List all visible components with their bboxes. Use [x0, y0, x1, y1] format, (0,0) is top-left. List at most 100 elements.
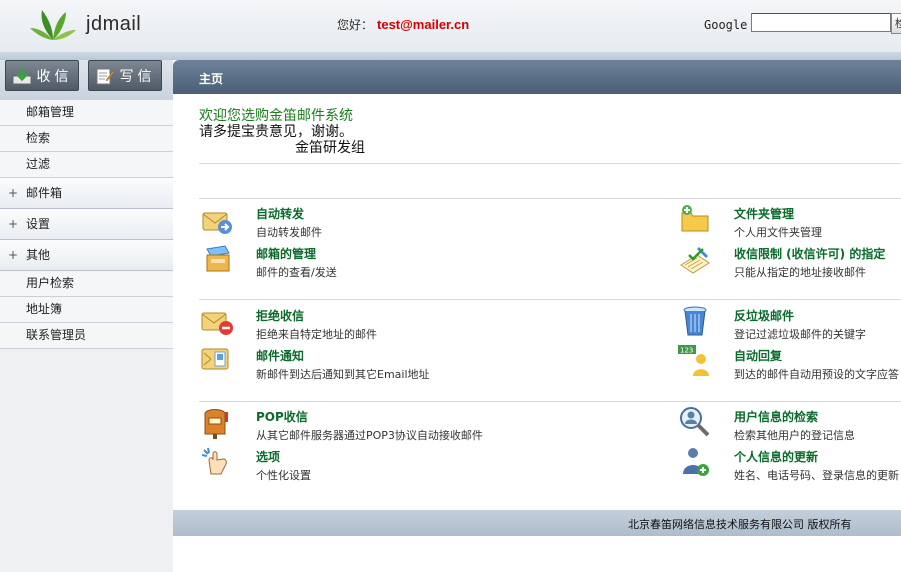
feature-title[interactable]: POP收信 — [256, 408, 308, 425]
feature-title[interactable]: 邮箱的管理 — [256, 245, 316, 262]
options-hand-icon — [201, 447, 227, 475]
leaf-logo-icon — [30, 10, 76, 40]
pop-mailbox-icon — [204, 409, 228, 439]
feature-mailbox-manage[interactable]: 邮箱的管理 邮件的查看/发送 — [199, 241, 439, 281]
sidebar-item-label: 设置 — [26, 217, 51, 231]
trash-icon — [683, 306, 707, 336]
user-search-icon — [680, 407, 710, 437]
feature-anti-spam[interactable]: 反垃圾邮件 登记过滤垃圾邮件的关键字 — [677, 303, 901, 343]
sidebar-item-label: 地址簿 — [26, 302, 63, 316]
feature-desc: 拒绝来自特定地址的邮件 — [256, 328, 377, 341]
compose-mail-button[interactable]: 写信 — [88, 60, 162, 91]
feature-auto-forward[interactable]: 自动转发 自动转发邮件 — [199, 201, 439, 241]
welcome-message: 欢迎您选购金笛邮件系统 请多提宝贵意见，谢谢。 金笛研发组 — [199, 108, 365, 156]
feature-pop-receive[interactable]: POP收信 从其它邮件服务器通过POP3协议自动接收邮件 — [199, 404, 483, 444]
receive-mail-button[interactable]: 收信 — [5, 60, 79, 91]
user-greeting: 您好： test@mailer.cn — [337, 16, 469, 33]
feature-mail-notify[interactable]: 邮件通知 新邮件到达后通知到其它Email地址 — [199, 343, 439, 383]
reject-mail-icon — [201, 312, 233, 335]
app-logo-text: jdmail — [86, 13, 142, 35]
feature-desc: 只能从指定的地址接收邮件 — [734, 266, 866, 279]
feature-reject-mail[interactable]: 拒绝收信 拒绝来自特定地址的邮件 — [199, 303, 439, 343]
sidebar-item-contact-admin[interactable]: 联系管理员 — [0, 323, 173, 349]
feature-desc: 到达的邮件自动用预设的文字应答 — [734, 368, 899, 381]
feature-title[interactable]: 个人信息的更新 — [734, 448, 818, 465]
feature-title[interactable]: 用户信息的检索 — [734, 408, 818, 425]
sidebar-item-label: 过滤 — [26, 157, 51, 171]
divider — [199, 299, 901, 300]
feature-title[interactable]: 自动转发 — [256, 205, 304, 222]
welcome-line-2: 请多提宝贵意见，谢谢。 — [199, 124, 353, 140]
expand-plus-icon[interactable]: + — [8, 209, 18, 239]
feature-options[interactable]: 选项 个性化设置 — [199, 444, 439, 484]
sidebar-item-mailbox-manage[interactable]: 邮箱管理 — [0, 100, 173, 126]
sidebar-action-bar: 收信 写信 — [0, 60, 173, 100]
sidebar-item-label: 邮箱管理 — [26, 105, 75, 119]
feature-user-update[interactable]: 个人信息的更新 姓名、电话号码、登录信息的更新 — [677, 444, 901, 484]
google-search-label: Google — [704, 18, 748, 32]
feature-title[interactable]: 反垃圾邮件 — [734, 307, 794, 324]
sidebar-item-label: 邮件箱 — [26, 186, 63, 200]
feature-folder-manage[interactable]: 文件夹管理 个人用文件夹管理 — [677, 201, 901, 241]
sidebar-item-label: 检索 — [26, 131, 51, 145]
feature-title[interactable]: 收信限制 (收信许可) 的指定 — [734, 245, 885, 262]
feature-desc: 邮件的查看/发送 — [256, 266, 337, 279]
feature-user-search[interactable]: 用户信息的检索 检索其他用户的登记信息 — [677, 404, 901, 444]
sidebar-item-address-book[interactable]: 地址簿 — [0, 297, 173, 323]
sidebar-item-label: 用户检索 — [26, 276, 75, 290]
sidebar: 收信 写信 邮箱管理 检索 过滤 + 邮件箱 + 设置 + 其他 用户检索 地址簿 联… — [0, 60, 173, 572]
sidebar-menu: 邮箱管理 检索 过滤 + 邮件箱 + 设置 + 其他 用户检索 地址簿 联系管理员 — [0, 100, 173, 349]
feature-desc: 个性化设置 — [256, 469, 311, 482]
top-header: jdmail 您好：test@mailer.cn Google 检索 — [0, 0, 901, 52]
expand-plus-icon[interactable]: + — [8, 240, 18, 270]
feature-desc: 自动转发邮件 — [256, 226, 322, 239]
feature-title[interactable]: 邮件通知 — [256, 347, 304, 364]
user-email: test@mailer.cn — [377, 17, 470, 32]
compose-mail-label: 写信 — [119, 68, 156, 85]
main-header-bar: 主页 — [173, 60, 901, 94]
receive-mail-label: 收信 — [36, 68, 73, 85]
sidebar-group-settings[interactable]: + 设置 — [0, 209, 173, 240]
feature-auto-reply[interactable]: 123 自动回复 到达的邮件自动用预设的文字应答 — [677, 343, 901, 383]
folder-manage-icon — [681, 205, 709, 232]
feature-title[interactable]: 选项 — [256, 448, 280, 465]
sidebar-item-user-search[interactable]: 用户检索 — [0, 271, 173, 297]
divider — [199, 198, 901, 199]
divider — [199, 163, 901, 164]
feature-desc: 新邮件到达后通知到其它Email地址 — [256, 368, 430, 381]
sidebar-empty-area — [0, 352, 173, 572]
google-search-input[interactable] — [751, 13, 891, 32]
mailbox-manage-icon — [206, 245, 230, 272]
header-divider — [0, 52, 901, 60]
page-title: 主页 — [199, 72, 224, 86]
mail-notify-icon — [201, 348, 229, 370]
feature-desc: 个人用文件夹管理 — [734, 226, 822, 239]
expand-plus-icon[interactable]: + — [8, 178, 18, 208]
feature-desc: 登记过滤垃圾邮件的关键字 — [734, 328, 866, 341]
feature-receive-limit[interactable]: 收信限制 (收信许可) 的指定 只能从指定的地址接收邮件 — [677, 241, 901, 281]
inbox-download-icon — [12, 67, 31, 84]
feature-desc: 从其它邮件服务器通过POP3协议自动接收邮件 — [256, 429, 483, 442]
receive-limit-icon — [680, 247, 710, 274]
google-search-button[interactable]: 检索 — [891, 13, 901, 34]
sidebar-item-search[interactable]: 检索 — [0, 126, 173, 152]
feature-title[interactable]: 自动回复 — [734, 347, 782, 364]
mail-forward-icon — [202, 212, 232, 234]
user-update-icon — [683, 448, 709, 476]
feature-desc: 姓名、电话号码、登录信息的更新 — [734, 469, 899, 482]
sidebar-item-filter[interactable]: 过滤 — [0, 152, 173, 178]
feature-title[interactable]: 拒绝收信 — [256, 307, 304, 324]
divider — [199, 401, 901, 402]
auto-reply-icon: 123 — [678, 345, 709, 376]
svg-text:123: 123 — [680, 347, 693, 355]
welcome-line-1: 欢迎您选购金笛邮件系统 — [199, 108, 353, 124]
copyright-text: 北京春笛网络信息技术服务有限公司 版权所有 — [628, 518, 852, 531]
sidebar-item-label: 其他 — [26, 248, 51, 262]
feature-title[interactable]: 文件夹管理 — [734, 205, 794, 222]
greeting-label: 您好： — [337, 18, 374, 32]
feature-desc: 检索其他用户的登记信息 — [734, 429, 855, 442]
footer-bar: 北京春笛网络信息技术服务有限公司 版权所有 — [173, 510, 901, 536]
sidebar-group-other[interactable]: + 其他 — [0, 240, 173, 271]
compose-pencil-icon — [96, 68, 114, 84]
sidebar-group-mailboxes[interactable]: + 邮件箱 — [0, 178, 173, 209]
